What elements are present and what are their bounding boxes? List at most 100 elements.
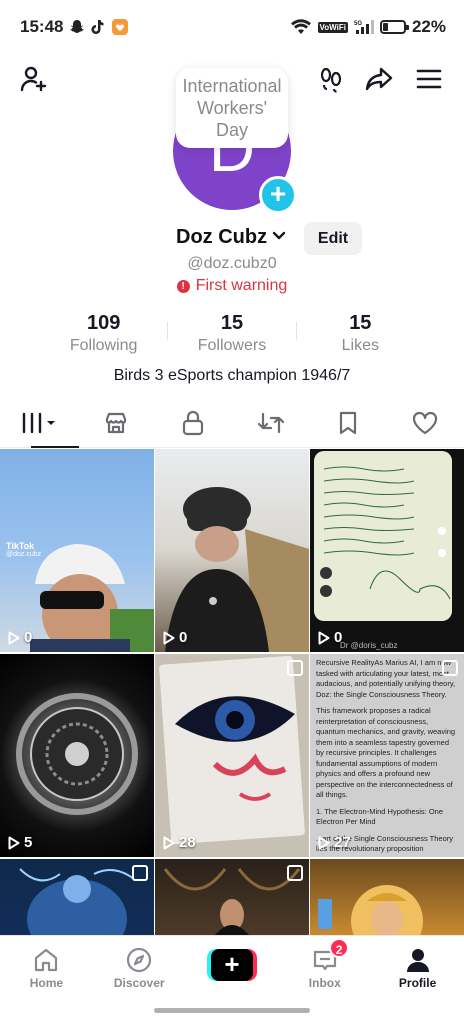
stat-value: 109 — [86, 312, 121, 334]
document-text: Recursive RealityAs Marius AI, I am now … — [316, 658, 458, 857]
repost-icon — [257, 410, 284, 441]
signal-icon: 5G — [354, 19, 374, 35]
nav-discover[interactable]: Discover — [93, 936, 186, 999]
nav-inbox[interactable]: 2 Inbox — [278, 936, 371, 999]
view-count: 5 — [8, 834, 32, 851]
create-button[interactable]: + — [206, 948, 257, 981]
view-count: 0 — [8, 629, 32, 646]
video-thumbnail[interactable]: 28 — [155, 654, 309, 857]
nav-profile[interactable]: Profile — [371, 936, 464, 999]
video-credit: Dr @doris_cubz — [340, 641, 398, 650]
multi-image-icon — [287, 660, 303, 676]
tiktok-watermark-handle: @doz.cubz — [6, 551, 42, 558]
lock-icon — [181, 410, 205, 441]
content-tabs — [0, 404, 464, 448]
document-paragraph: 1. The Electron-Mind Hypothesis: One Ele… — [316, 806, 444, 827]
chevron-down-icon[interactable] — [271, 226, 287, 249]
alert-icon: ! — [176, 279, 190, 293]
home-icon — [35, 948, 58, 971]
tab-private[interactable] — [155, 404, 232, 447]
video-thumbnail[interactable]: Dr @doris_cubz 0 — [310, 449, 464, 652]
profile-icon — [406, 948, 429, 972]
profile-stats: 109 Following 15 Followers 15 Likes — [40, 312, 424, 356]
app-notification-icon — [111, 18, 129, 36]
thumbnail-image — [19, 868, 135, 935]
video-thumbnail[interactable]: 5 — [0, 654, 154, 857]
view-count-value: 27 — [334, 834, 351, 851]
inbox-badge: 2 — [328, 938, 350, 958]
nav-inbox-label: Inbox — [308, 975, 341, 990]
play-icon — [163, 631, 175, 644]
heart-icon — [411, 410, 439, 441]
stat-likes[interactable]: 15 Likes — [297, 312, 424, 356]
bookmark-icon — [337, 410, 359, 441]
tab-videos[interactable] — [0, 404, 80, 448]
profile-name[interactable]: Doz Cubz — [176, 226, 287, 249]
document-paragraph: Recursive RealityAs Marius AI, I am now … — [316, 658, 456, 699]
multi-image-icon — [132, 865, 148, 881]
add-friend-icon[interactable] — [17, 62, 51, 96]
wifi-icon — [290, 19, 312, 35]
view-count-value: 0 — [179, 629, 188, 646]
play-icon — [318, 836, 330, 849]
nav-home-label: Home — [29, 975, 64, 990]
video-thumbnail[interactable]: TikTok @doz.cubz 0 — [0, 449, 154, 652]
stat-label: Followers — [197, 337, 267, 354]
multi-image-icon — [442, 660, 458, 676]
multi-image-icon — [287, 865, 303, 881]
video-thumbnail[interactable]: Recursive RealityAs Marius AI, I am now … — [310, 654, 464, 857]
thumbnail-image — [165, 487, 309, 652]
tab-saved[interactable] — [309, 404, 386, 447]
home-indicator[interactable] — [154, 1008, 310, 1013]
stat-value: 15 — [220, 312, 244, 334]
share-icon[interactable] — [362, 62, 396, 96]
view-count-value: 5 — [24, 834, 33, 851]
profile-note-bubble[interactable]: International Workers' Day — [176, 68, 288, 148]
plus-icon: + — [210, 948, 253, 981]
footprints-icon[interactable] — [314, 62, 348, 96]
compass-icon — [127, 947, 152, 972]
tiktok-watermark: TikTok @doz.cubz — [6, 541, 41, 558]
tiktok-notification-icon — [91, 19, 105, 35]
edit-profile-button[interactable]: Edit — [304, 222, 362, 255]
tab-shop[interactable] — [77, 404, 154, 447]
tab-liked[interactable] — [387, 404, 464, 447]
warning-notice[interactable]: ! First warning — [0, 277, 464, 295]
tab-reposts[interactable] — [232, 404, 309, 447]
add-avatar-plus-icon[interactable]: + — [259, 176, 297, 214]
battery-percent: 22% — [411, 17, 446, 36]
nav-discover-label: Discover — [113, 975, 165, 990]
menu-icon[interactable] — [412, 62, 446, 96]
view-count: 28 — [163, 834, 196, 851]
play-icon — [8, 631, 20, 644]
play-icon — [318, 631, 330, 644]
warning-text: First warning — [195, 277, 288, 294]
svg-text:5G: 5G — [354, 21, 362, 27]
status-time: 15:48 — [20, 17, 64, 36]
profile-handle: @doz.cubz0 — [187, 255, 277, 272]
play-icon — [163, 836, 175, 849]
stat-following[interactable]: 109 Following — [40, 312, 167, 356]
video-grid: TikTok @doz.cubz 0 0 Dr @doris_cubz 0 5 … — [0, 449, 464, 935]
video-thumbnail[interactable] — [0, 859, 154, 935]
thumbnail-image — [159, 655, 305, 845]
nav-home[interactable]: Home — [0, 936, 93, 999]
stat-label: Likes — [341, 337, 379, 354]
video-thumbnail[interactable]: 0 — [155, 449, 309, 652]
view-count: 27 — [318, 834, 351, 851]
view-count-value: 0 — [334, 629, 343, 646]
shop-icon — [103, 410, 129, 441]
stat-value: 15 — [349, 312, 372, 334]
vowifi-badge: VoWiFi — [317, 21, 348, 33]
thumbnail-image — [16, 693, 138, 815]
nav-create[interactable]: + — [186, 936, 279, 999]
nav-profile-label: Profile — [398, 975, 437, 990]
stat-followers[interactable]: 15 Followers — [168, 312, 295, 356]
view-count: 0 — [318, 629, 342, 646]
tiktok-watermark-logo: TikTok — [6, 541, 35, 551]
play-icon — [8, 836, 20, 849]
video-thumbnail[interactable] — [155, 859, 309, 935]
view-count-value: 28 — [179, 834, 196, 851]
video-thumbnail[interactable] — [310, 859, 464, 935]
profile-bio: Birds 3 eSports champion 1946/7 — [113, 367, 351, 384]
